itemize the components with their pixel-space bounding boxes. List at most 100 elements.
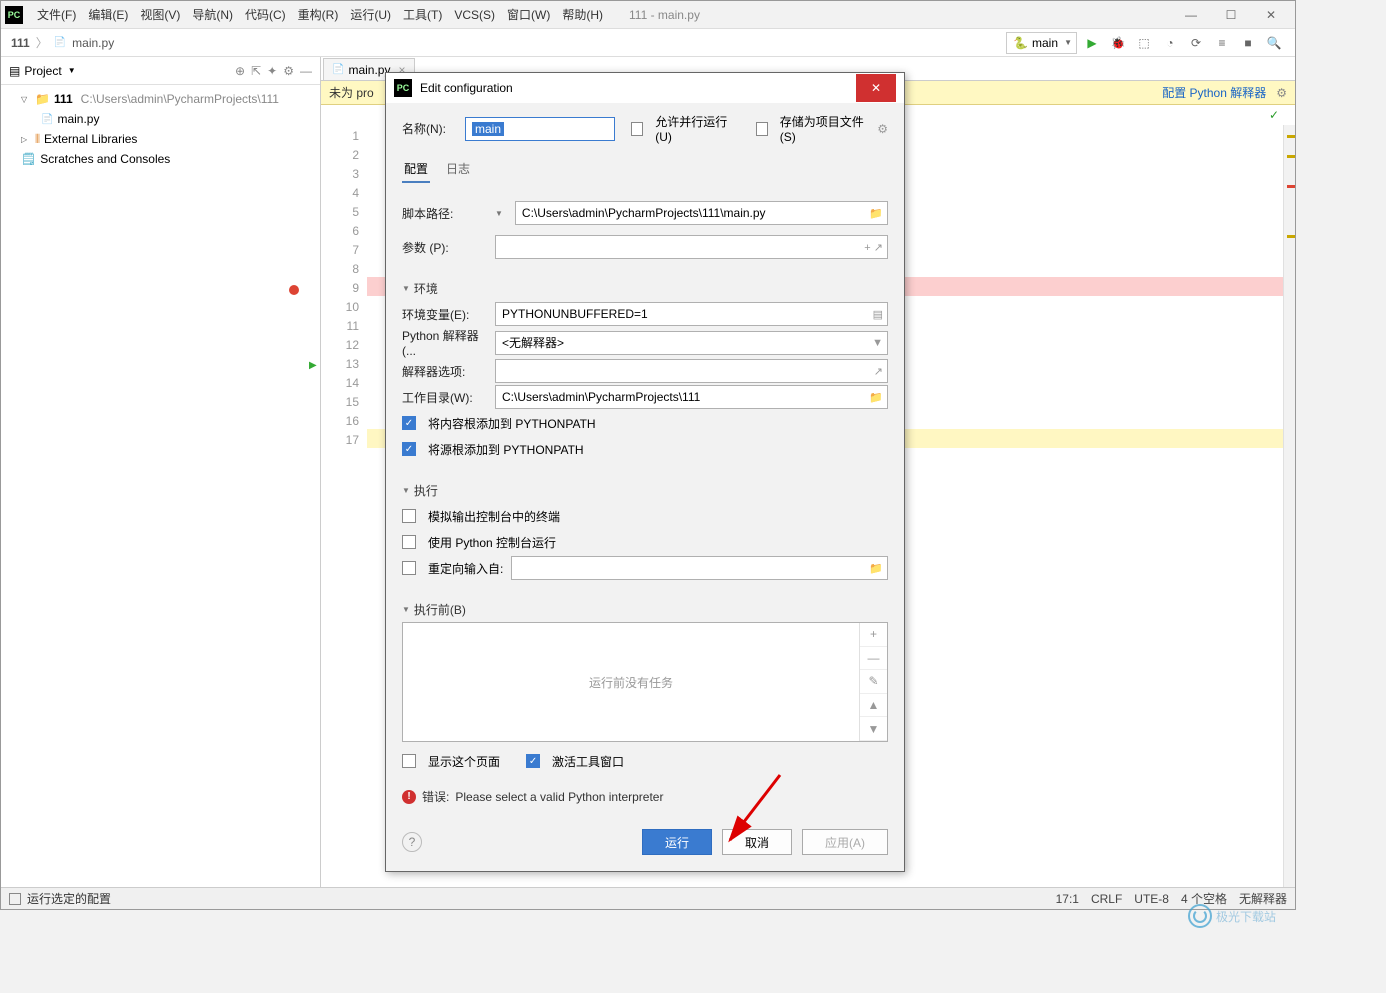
crumb-file[interactable]: main.py <box>72 36 114 50</box>
warn-mark <box>1287 235 1295 238</box>
collapse-icon[interactable]: ✦ <box>267 64 277 78</box>
dialog-close-button[interactable]: ✕ <box>856 74 896 102</box>
store-project-checkbox[interactable] <box>756 122 768 136</box>
redirect-input-field[interactable]: 📁 <box>511 556 888 580</box>
run-anything-button[interactable]: ≡ <box>1211 32 1233 54</box>
menu-run[interactable]: 运行(U) <box>344 6 397 23</box>
menu-window[interactable]: 窗口(W) <box>501 6 556 23</box>
menu-vcs[interactable]: VCS(S) <box>448 8 501 22</box>
activate-tool-checkbox[interactable]: ✓ <box>526 754 540 768</box>
expand-icon[interactable]: + ↗ <box>864 241 883 254</box>
interpreter-select[interactable]: <无解释器>▼ <box>495 331 888 355</box>
add-task-button[interactable]: + <box>860 623 887 647</box>
debug-button[interactable]: 🐞 <box>1107 32 1129 54</box>
gear-icon[interactable]: ⚙ <box>877 122 888 136</box>
use-python-console-label: 使用 Python 控制台运行 <box>428 534 556 551</box>
apply-button[interactable]: 应用(A) <box>802 829 888 855</box>
hide-icon[interactable]: — <box>300 64 312 78</box>
allow-parallel-checkbox[interactable] <box>631 122 643 136</box>
line-13: 13▶ <box>321 357 359 376</box>
run-arrow-icon[interactable]: ▶ <box>309 360 317 371</box>
menu-tools[interactable]: 工具(T) <box>397 6 448 23</box>
chevron-down-icon: ▼ <box>872 337 883 349</box>
menu-file[interactable]: 文件(F) <box>31 6 82 23</box>
status-encoding[interactable]: UTE-8 <box>1134 892 1169 906</box>
run-button[interactable]: 运行 <box>642 829 712 855</box>
move-down-button[interactable]: ▼ <box>860 717 887 741</box>
emulate-terminal-checkbox[interactable] <box>402 509 416 523</box>
star-button[interactable]: ■ <box>1237 32 1259 54</box>
env-section-header[interactable]: 环境 <box>402 280 888 297</box>
locate-icon[interactable]: ⊕ <box>235 64 245 78</box>
add-source-roots-checkbox[interactable]: ✓ <box>402 442 416 456</box>
workdir-input[interactable]: C:\Users\admin\PycharmProjects\111📁 <box>495 385 888 409</box>
minimize-button[interactable]: — <box>1171 3 1211 27</box>
menu-view[interactable]: 视图(V) <box>134 6 186 23</box>
envvar-input[interactable]: PYTHONUNBUFFERED=1▤ <box>495 302 888 326</box>
configure-interpreter-link[interactable]: 配置 Python 解释器 <box>1162 84 1266 101</box>
script-path-input[interactable]: C:\Users\admin\PycharmProjects\111\main.… <box>515 201 888 225</box>
envvar-label: 环境变量(E): <box>402 306 487 323</box>
menu-code[interactable]: 代码(C) <box>239 6 292 23</box>
folder-icon[interactable]: 📁 <box>869 562 883 575</box>
move-up-button[interactable]: ▲ <box>860 694 887 718</box>
use-python-console-checkbox[interactable] <box>402 535 416 549</box>
status-bar: 运行选定的配置 17:1 CRLF UTE-8 4 个空格 无解释器 <box>1 887 1295 909</box>
close-button[interactable]: ✕ <box>1251 3 1291 27</box>
tab-log[interactable]: 日志 <box>444 156 472 183</box>
expand-icon[interactable]: ⇱ <box>251 64 261 78</box>
tree-external-libraries[interactable]: ▷ ⫴ External Libraries <box>1 129 320 149</box>
params-input[interactable]: + ↗ <box>495 235 888 259</box>
status-checkbox[interactable] <box>9 893 21 905</box>
line-10: 10 <box>321 300 359 319</box>
add-content-roots-checkbox[interactable]: ✓ <box>402 416 416 430</box>
redirect-input-label: 重定向输入自: <box>428 560 503 577</box>
add-source-roots-label: 将源根添加到 PYTHONPATH <box>428 441 584 458</box>
coverage-button[interactable]: ⬚ <box>1133 32 1155 54</box>
chevron-down-icon[interactable]: ▼ <box>495 209 503 218</box>
attach-button[interactable]: ⟳ <box>1185 32 1207 54</box>
expand-icon[interactable]: ↗ <box>874 365 883 378</box>
status-pos[interactable]: 17:1 <box>1056 892 1079 906</box>
gear-icon[interactable]: ⚙ <box>1276 86 1287 100</box>
menu-edit[interactable]: 编辑(E) <box>82 6 134 23</box>
tab-config[interactable]: 配置 <box>402 156 430 183</box>
folder-icon[interactable]: 📁 <box>869 391 883 404</box>
profile-button[interactable]: ◔ <box>1159 32 1181 54</box>
activate-tool-label: 激活工具窗口 <box>552 753 624 770</box>
remove-task-button[interactable]: — <box>860 647 887 671</box>
redirect-input-checkbox[interactable] <box>402 561 416 575</box>
interp-opts-input[interactable]: ↗ <box>495 359 888 383</box>
exec-section-header[interactable]: 执行 <box>402 482 888 499</box>
chevron-right-icon: 〉 <box>36 34 48 51</box>
watermark-icon <box>1188 904 1212 928</box>
status-crlf[interactable]: CRLF <box>1091 892 1122 906</box>
list-icon[interactable]: ▤ <box>873 308 883 321</box>
tree-scratches[interactable]: 🗒 Scratches and Consoles <box>1 149 320 169</box>
menu-refactor[interactable]: 重构(R) <box>292 6 345 23</box>
tree-file-main[interactable]: 📄 main.py <box>1 109 320 129</box>
error-text: Please select a valid Python interpreter <box>455 790 663 804</box>
crumb-project[interactable]: 111 <box>11 36 30 50</box>
help-button[interactable]: ? <box>402 832 422 852</box>
edit-task-button[interactable]: ✎ <box>860 670 887 694</box>
minimap[interactable] <box>1283 125 1295 909</box>
folder-icon[interactable]: 📁 <box>869 207 883 220</box>
search-button[interactable]: 🔍 <box>1263 32 1285 54</box>
show-page-checkbox[interactable] <box>402 754 416 768</box>
settings-icon[interactable]: ⚙ <box>283 64 294 78</box>
name-input[interactable]: main <box>465 117 615 141</box>
check-icon: ✓ <box>1269 108 1279 122</box>
run-config-select[interactable]: 🐍 main <box>1006 32 1077 54</box>
sidebar-tools: ⊕ ⇱ ✦ ⚙ — <box>235 64 312 78</box>
menu-navigate[interactable]: 导航(N) <box>186 6 239 23</box>
menu-help[interactable]: 帮助(H) <box>556 6 609 23</box>
project-view-label[interactable]: ▤Project▼ <box>9 64 76 78</box>
tree-project-root[interactable]: ▽ 📁 111 C:\Users\admin\PycharmProjects\1… <box>1 89 320 109</box>
cancel-button[interactable]: 取消 <box>722 829 792 855</box>
name-label: 名称(N): <box>402 120 457 137</box>
maximize-button[interactable]: ☐ <box>1211 3 1251 27</box>
breakpoint-icon[interactable] <box>289 285 299 295</box>
run-button[interactable]: ▶ <box>1081 32 1103 54</box>
before-section-header[interactable]: 执行前(B) <box>402 601 888 618</box>
